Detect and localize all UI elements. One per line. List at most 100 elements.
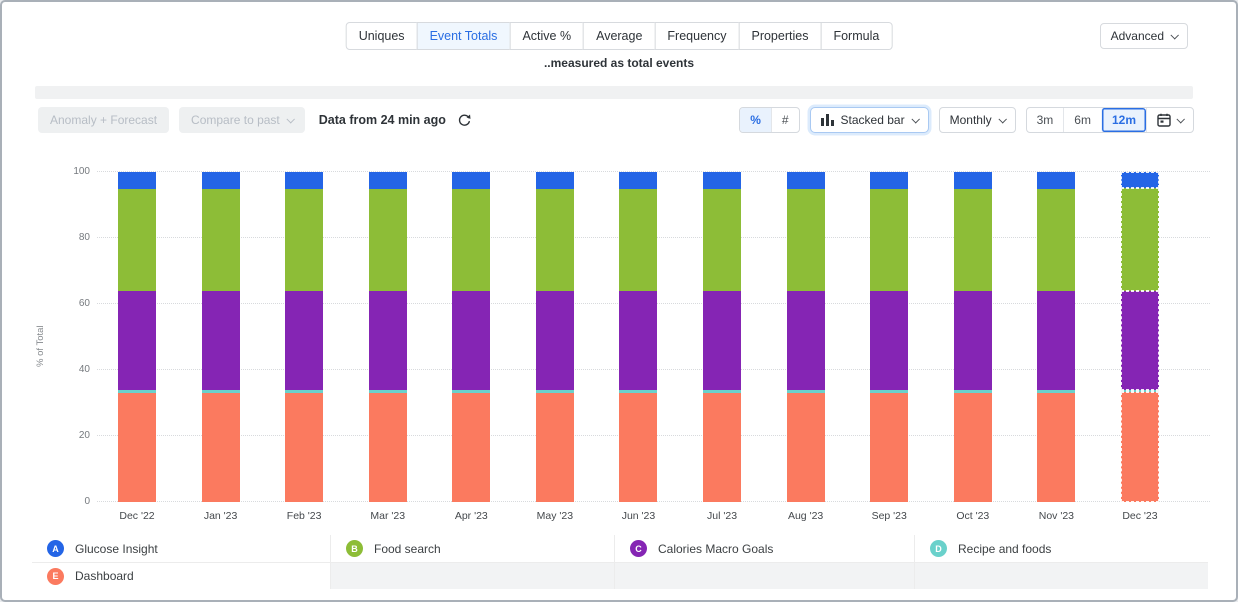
bar-segment-calories-macro-goals[interactable] xyxy=(369,291,407,390)
x-axis-label-oct-23: Oct '23 xyxy=(941,510,1005,522)
bar-segment-glucose-insight[interactable] xyxy=(1037,172,1075,189)
bar-segment-glucose-insight[interactable] xyxy=(954,172,992,189)
bar-segment-food-search[interactable] xyxy=(285,189,323,291)
legend-item-recipe-and-foods[interactable]: D Recipe and foods xyxy=(914,535,1208,562)
bar-segment-glucose-insight[interactable] xyxy=(369,172,407,189)
bar-segment-glucose-insight[interactable] xyxy=(703,172,741,189)
bar-segment-food-search[interactable] xyxy=(1121,188,1159,290)
bar-segment-glucose-insight[interactable] xyxy=(118,172,156,189)
bar-segment-glucose-insight[interactable] xyxy=(619,172,657,189)
x-axis-label-jul-23: Jul '23 xyxy=(690,510,754,522)
bar-dec-23[interactable] xyxy=(1121,172,1159,502)
bar-segment-food-search[interactable] xyxy=(954,189,992,291)
bar-segment-calories-macro-goals[interactable] xyxy=(954,291,992,390)
bar-jul-23[interactable] xyxy=(703,172,741,502)
legend-empty-cell xyxy=(330,562,614,589)
bar-segment-food-search[interactable] xyxy=(787,189,825,291)
bar-segment-calories-macro-goals[interactable] xyxy=(787,291,825,390)
bar-segment-food-search[interactable] xyxy=(536,189,574,291)
x-axis-label-jan-23: Jan '23 xyxy=(189,510,253,522)
bar-segment-dashboard[interactable] xyxy=(452,393,490,502)
bar-segment-glucose-insight[interactable] xyxy=(285,172,323,189)
bar-segment-dashboard[interactable] xyxy=(787,393,825,502)
legend-label: Recipe and foods xyxy=(958,542,1051,556)
legend-badge-c: C xyxy=(630,540,647,557)
bar-mar-23[interactable] xyxy=(369,172,407,502)
bar-segment-calories-macro-goals[interactable] xyxy=(452,291,490,390)
bar-segment-dashboard[interactable] xyxy=(703,393,741,502)
x-axis-label-dec-23: Dec '23 xyxy=(1108,510,1172,522)
bar-segment-dashboard[interactable] xyxy=(1037,393,1075,502)
bar-segment-dashboard[interactable] xyxy=(536,393,574,502)
bar-segment-food-search[interactable] xyxy=(369,189,407,291)
bar-segment-calories-macro-goals[interactable] xyxy=(536,291,574,390)
bar-segment-glucose-insight[interactable] xyxy=(870,172,908,189)
bar-apr-23[interactable] xyxy=(452,172,490,502)
bar-segment-calories-macro-goals[interactable] xyxy=(703,291,741,390)
bar-segment-food-search[interactable] xyxy=(118,189,156,291)
legend-badge-e: E xyxy=(47,568,64,585)
x-axis-label-sep-23: Sep '23 xyxy=(857,510,921,522)
bar-segment-dashboard[interactable] xyxy=(202,393,240,502)
bar-segment-food-search[interactable] xyxy=(703,189,741,291)
bar-segment-dashboard[interactable] xyxy=(870,393,908,502)
bar-segment-dashboard[interactable] xyxy=(954,393,992,502)
legend-item-glucose-insight[interactable]: A Glucose Insight xyxy=(32,535,330,562)
bar-segment-glucose-insight[interactable] xyxy=(536,172,574,189)
y-tick-label: 80 xyxy=(32,232,90,243)
bar-segment-glucose-insight[interactable] xyxy=(787,172,825,189)
bar-may-23[interactable] xyxy=(536,172,574,502)
bar-segment-glucose-insight[interactable] xyxy=(202,172,240,189)
bar-segment-dashboard[interactable] xyxy=(369,393,407,502)
legend-empty-cell xyxy=(614,562,914,589)
y-tick-label: 0 xyxy=(32,496,90,507)
bar-segment-food-search[interactable] xyxy=(202,189,240,291)
bar-segment-dashboard[interactable] xyxy=(118,393,156,502)
bar-oct-23[interactable] xyxy=(954,172,992,502)
x-axis-label-nov-23: Nov '23 xyxy=(1024,510,1088,522)
bar-segment-glucose-insight[interactable] xyxy=(1121,172,1159,188)
bar-feb-23[interactable] xyxy=(285,172,323,502)
legend-item-calories-macro-goals[interactable]: C Calories Macro Goals xyxy=(614,535,914,562)
bar-segment-dashboard[interactable] xyxy=(619,393,657,502)
legend-label: Dashboard xyxy=(75,569,134,583)
y-tick-label: 60 xyxy=(32,298,90,309)
bar-segment-calories-macro-goals[interactable] xyxy=(202,291,240,390)
legend-label: Glucose Insight xyxy=(75,542,158,556)
bar-segment-dashboard[interactable] xyxy=(285,393,323,502)
bar-segment-calories-macro-goals[interactable] xyxy=(870,291,908,390)
bar-segment-glucose-insight[interactable] xyxy=(452,172,490,189)
bar-segment-calories-macro-goals[interactable] xyxy=(619,291,657,390)
legend-item-dashboard[interactable]: E Dashboard xyxy=(32,562,330,589)
plot-area xyxy=(97,172,1210,502)
bar-jun-23[interactable] xyxy=(619,172,657,502)
y-tick-label: 20 xyxy=(32,430,90,441)
bar-sep-23[interactable] xyxy=(870,172,908,502)
bar-segment-food-search[interactable] xyxy=(619,189,657,291)
bar-nov-23[interactable] xyxy=(1037,172,1075,502)
bar-segment-food-search[interactable] xyxy=(1037,189,1075,291)
y-tick-label: 40 xyxy=(32,364,90,375)
legend-label: Food search xyxy=(374,542,441,556)
stacked-bar-chart: % of Total 020406080100Dec '22Jan '23Feb… xyxy=(2,2,1236,600)
legend-badge-d: D xyxy=(930,540,947,557)
bar-segment-food-search[interactable] xyxy=(870,189,908,291)
bar-segment-food-search[interactable] xyxy=(452,189,490,291)
bar-segment-dashboard[interactable] xyxy=(1121,392,1159,502)
legend-label: Calories Macro Goals xyxy=(658,542,773,556)
chart-card: UniquesEvent TotalsActive %AverageFreque… xyxy=(0,0,1238,602)
x-axis-label-aug-23: Aug '23 xyxy=(774,510,838,522)
x-axis-label-mar-23: Mar '23 xyxy=(356,510,420,522)
bar-segment-calories-macro-goals[interactable] xyxy=(1121,291,1159,390)
x-axis-label-dec-22: Dec '22 xyxy=(105,510,169,522)
bar-segment-calories-macro-goals[interactable] xyxy=(1037,291,1075,390)
bar-dec-22[interactable] xyxy=(118,172,156,502)
bar-jan-23[interactable] xyxy=(202,172,240,502)
y-axis-title: % of Total xyxy=(35,325,46,367)
x-axis-label-feb-23: Feb '23 xyxy=(272,510,336,522)
bar-aug-23[interactable] xyxy=(787,172,825,502)
legend-badge-a: A xyxy=(47,540,64,557)
legend-item-food-search[interactable]: BFood search xyxy=(330,535,614,562)
bar-segment-calories-macro-goals[interactable] xyxy=(285,291,323,390)
bar-segment-calories-macro-goals[interactable] xyxy=(118,291,156,390)
